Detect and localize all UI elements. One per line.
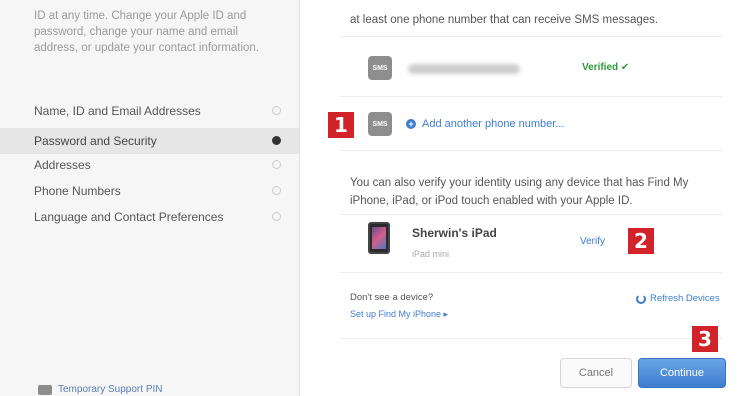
- add-phone-button[interactable]: + Add another phone number...: [406, 118, 565, 130]
- sidebar-item-label: Name, ID and Email Addresses: [34, 104, 201, 118]
- divider: [340, 36, 722, 37]
- chevron-right-icon: [272, 136, 281, 145]
- main-panel: at least one phone number that can recei…: [300, 0, 742, 396]
- sidebar-item-name-id-email[interactable]: Name, ID and Email Addresses: [0, 98, 299, 124]
- sms-icon: SMS: [368, 112, 392, 136]
- sidebar-item-label: Phone Numbers: [34, 184, 121, 198]
- callout-badge-3: 3: [692, 326, 718, 352]
- sidebar-item-language-contact[interactable]: Language and Contact Preferences: [0, 204, 299, 230]
- divider: [340, 272, 722, 273]
- verify-identity-text: You can also verify your identity using …: [350, 177, 689, 207]
- chevron-right-icon: [272, 212, 281, 221]
- cancel-button[interactable]: Cancel: [560, 358, 632, 388]
- temporary-support-pin-label: Temporary Support PIN: [58, 384, 163, 395]
- chevron-right-icon: [272, 186, 281, 195]
- sms-requirement-text: at least one phone number that can recei…: [350, 14, 659, 26]
- continue-button[interactable]: Continue: [638, 358, 726, 388]
- callout-badge-2: 2: [628, 228, 654, 254]
- sidebar-item-label: Password and Security: [34, 134, 157, 148]
- ipad-icon: [368, 222, 390, 254]
- chevron-right-icon: [272, 106, 281, 115]
- sidebar-intro: ID at any time. Change your Apple ID and…: [34, 10, 260, 54]
- pin-icon: [38, 384, 52, 395]
- no-device-text: Don't see a device?: [350, 292, 434, 303]
- sidebar-item-password-security[interactable]: Password and Security: [0, 128, 299, 154]
- refresh-devices-button[interactable]: Refresh Devices: [636, 293, 720, 304]
- setup-find-my-iphone-link[interactable]: Set up Find My iPhone ▸: [350, 309, 448, 320]
- phone-number-redacted: [408, 64, 520, 74]
- divider: [340, 150, 722, 151]
- add-phone-label: Add another phone number...: [422, 118, 565, 130]
- verify-device-button[interactable]: Verify: [580, 236, 605, 247]
- plus-icon: +: [406, 119, 416, 129]
- temporary-support-pin-link[interactable]: Temporary Support PIN: [38, 384, 163, 395]
- sidebar-item-phone-numbers[interactable]: Phone Numbers: [0, 178, 299, 204]
- device-model: iPad mini: [412, 249, 450, 259]
- sms-icon: SMS: [368, 56, 392, 80]
- chevron-right-icon: [272, 160, 281, 169]
- refresh-icon: [636, 293, 646, 304]
- divider: [340, 214, 722, 215]
- divider: [340, 96, 722, 97]
- sidebar-item-label: Language and Contact Preferences: [34, 210, 224, 224]
- verified-status: Verified ✔: [582, 62, 630, 73]
- sidebar-item-label: Addresses: [34, 158, 91, 172]
- sidebar-item-addresses[interactable]: Addresses: [0, 152, 299, 178]
- callout-badge-1: 1: [328, 112, 354, 138]
- divider: [340, 338, 722, 339]
- device-name: Sherwin's iPad: [412, 226, 497, 240]
- sidebar: ID at any time. Change your Apple ID and…: [0, 0, 300, 396]
- refresh-devices-label: Refresh Devices: [650, 293, 720, 304]
